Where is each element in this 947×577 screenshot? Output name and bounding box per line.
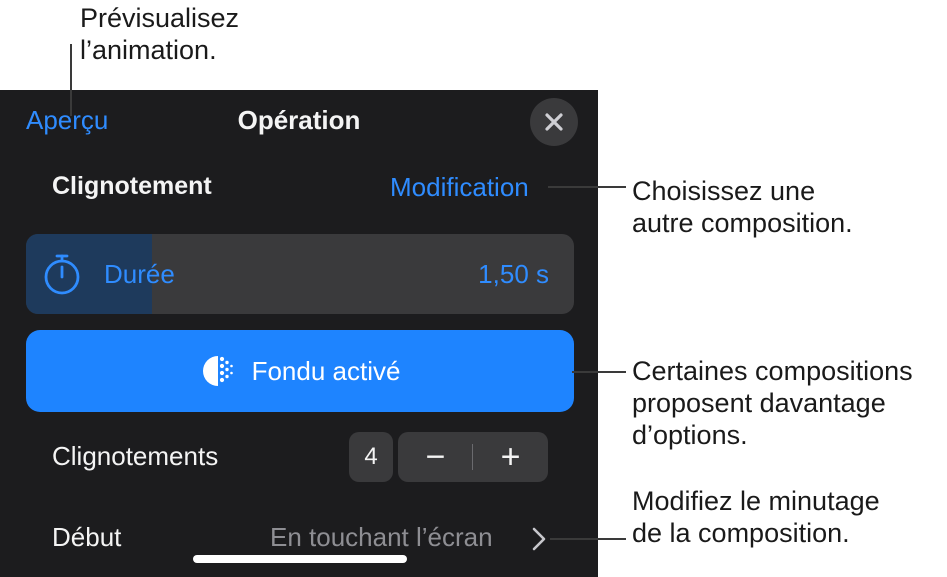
callout-options-line-2: proposent davantage bbox=[632, 388, 886, 418]
callout-options-line-1: Certaines compositions bbox=[632, 356, 913, 386]
duration-value: 1,50 s bbox=[478, 259, 549, 289]
decrement-button[interactable]: − bbox=[398, 432, 473, 482]
duration-slider[interactable]: Durée 1,50 s bbox=[26, 234, 574, 314]
leader-change bbox=[548, 186, 626, 188]
start-value[interactable]: En touchant l’écran bbox=[270, 522, 493, 553]
callout-timing-line-1: Modifiez le minutage bbox=[632, 486, 880, 516]
increment-button[interactable]: + bbox=[473, 432, 548, 482]
home-indicator[interactable] bbox=[193, 555, 407, 563]
callout-timing-line-2: de la composition. bbox=[632, 518, 850, 548]
callout-timing: Modifiez le minutage de la composition. bbox=[632, 485, 880, 549]
chevron-right-icon[interactable] bbox=[530, 526, 548, 552]
callout-options: Certaines compositions proposent davanta… bbox=[632, 355, 913, 451]
start-label: Début bbox=[52, 522, 122, 552]
leader-timing bbox=[550, 538, 626, 540]
close-icon bbox=[545, 113, 563, 131]
flashes-stepper: − + bbox=[398, 432, 548, 482]
change-effect-button[interactable]: Modification bbox=[390, 172, 529, 203]
fade-label: Fondu activé bbox=[251, 355, 401, 386]
callout-change-line-2: autre composition. bbox=[632, 208, 853, 238]
callout-preview-line-1: Prévisualisez bbox=[80, 3, 240, 33]
callout-options-line-3: d’options. bbox=[632, 420, 748, 450]
flashes-count[interactable]: 4 bbox=[349, 432, 393, 482]
leader-options bbox=[572, 371, 626, 373]
close-button[interactable] bbox=[530, 98, 578, 146]
duration-label: Durée bbox=[104, 259, 175, 289]
effect-name: Clignotement bbox=[52, 172, 212, 200]
stopwatch-icon bbox=[44, 254, 80, 295]
callout-preview: Prévisualisez l’animation. bbox=[80, 2, 239, 66]
callout-preview-line-2: l’animation. bbox=[80, 35, 217, 65]
preview-button[interactable]: Aperçu bbox=[26, 105, 108, 136]
flashes-label: Clignotements bbox=[52, 441, 219, 471]
callout-change: Choisissez une autre composition. bbox=[632, 175, 853, 239]
dissolve-icon bbox=[202, 356, 233, 386]
fade-toggle-button[interactable]: Fondu activé bbox=[26, 330, 574, 412]
leader-preview bbox=[70, 44, 72, 116]
callout-change-line-1: Choisissez une bbox=[632, 176, 816, 206]
